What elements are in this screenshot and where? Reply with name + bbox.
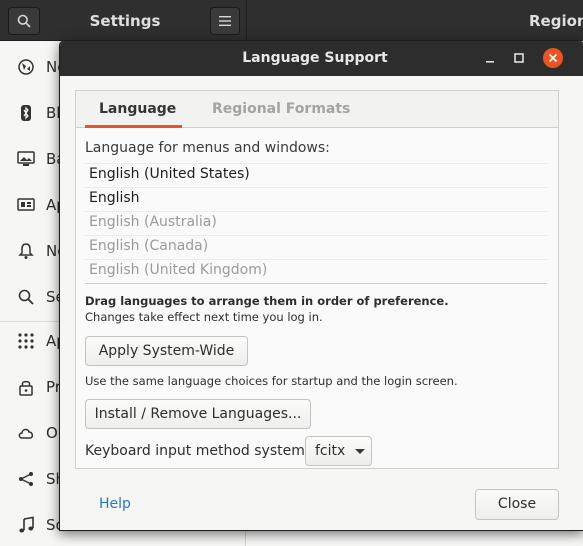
dropdown-arrow-icon (355, 449, 365, 454)
notifications-icon (18, 243, 34, 259)
settings-title: Settings (89, 12, 161, 30)
language-row[interactable]: English (85, 187, 547, 211)
bluetooth-icon (21, 105, 31, 121)
language-name: English (Canada) (89, 238, 209, 254)
language-name: English (89, 190, 140, 206)
sharing-icon (19, 472, 33, 486)
apply-system-wide-button[interactable]: Apply System-Wide (85, 336, 248, 366)
maximize-icon (514, 53, 524, 63)
hamburger-menu-icon (219, 16, 231, 26)
language-row[interactable]: English (United States) (85, 163, 547, 187)
tab-language[interactable]: Language (99, 101, 176, 117)
search-icon (17, 14, 31, 28)
appearance-icon (17, 198, 35, 211)
language-notebook: Language Regional Formats Language for m… (75, 90, 559, 469)
list-divider (85, 283, 547, 284)
minimize-button[interactable] (480, 48, 500, 68)
language-name: English (Australia) (89, 214, 217, 230)
keyboard-input-label: Keyboard input method system: (85, 443, 310, 459)
language-support-dialog: Language Support Language Regional Forma… (59, 40, 583, 531)
keyboard-input-method-select[interactable]: fcitx (305, 436, 372, 466)
drag-hint: Drag languages to arrange them in order … (85, 294, 449, 308)
close-icon (548, 53, 558, 63)
online-accounts-icon (18, 428, 34, 439)
help-link[interactable]: Help (99, 496, 131, 512)
maximize-button[interactable] (509, 48, 529, 68)
language-row[interactable]: English (United Kingdom) (85, 259, 547, 283)
language-list[interactable]: English (United States) English English … (85, 163, 547, 283)
settings-header-bar: Settings Region (0, 0, 583, 41)
search-icon (18, 289, 34, 305)
apply-hint: Use the same language choices for startu… (85, 374, 458, 388)
keyboard-input-value: fcitx (315, 443, 346, 459)
language-list-heading: Language for menus and windows: (85, 140, 330, 156)
close-button[interactable]: Close (475, 489, 559, 520)
privacy-icon (19, 380, 33, 396)
active-tab-indicator (85, 125, 182, 128)
background-icon (17, 151, 35, 166)
network-icon (18, 59, 34, 75)
tab-bar: Language Regional Formats (76, 91, 558, 128)
settings-menu-button[interactable] (210, 7, 240, 35)
region-panel-title: Region (529, 12, 583, 30)
language-row[interactable]: English (Canada) (85, 235, 547, 259)
close-window-button[interactable] (543, 48, 563, 68)
applications-icon (18, 333, 34, 349)
settings-search-button[interactable] (8, 7, 40, 35)
minimize-icon (486, 61, 494, 63)
tab-regional-formats[interactable]: Regional Formats (212, 101, 350, 117)
effect-hint: Changes take effect next time you log in… (85, 310, 323, 324)
language-name: English (United Kingdom) (89, 262, 268, 278)
language-row[interactable]: English (Australia) (85, 211, 547, 235)
install-remove-languages-button[interactable]: Install / Remove Languages... (85, 399, 311, 429)
language-name: English (United States) (89, 166, 250, 182)
dialog-titlebar[interactable]: Language Support (60, 41, 583, 76)
header-separator (246, 0, 247, 41)
music-note-icon (19, 516, 34, 533)
